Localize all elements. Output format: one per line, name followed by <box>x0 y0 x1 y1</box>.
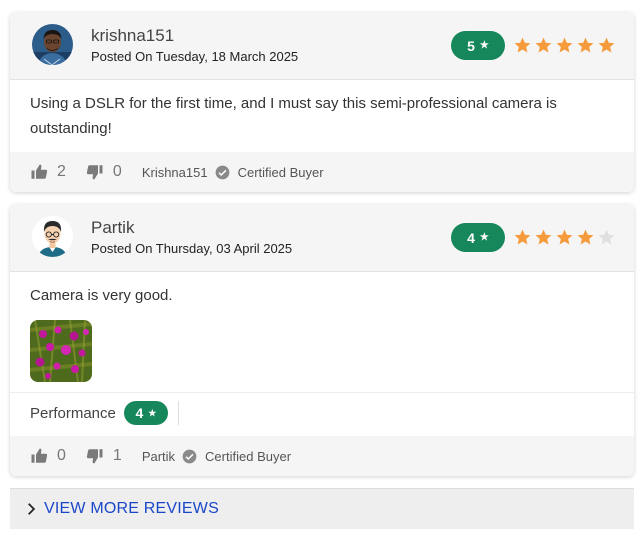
user-avatar <box>32 24 73 65</box>
performance-value: 4 <box>135 405 144 421</box>
star-icon <box>514 229 531 245</box>
like-count: 2 <box>57 163 66 180</box>
star-rating <box>511 36 616 55</box>
like-button[interactable]: 2 <box>30 163 66 181</box>
divider <box>177 401 179 425</box>
review-text: Using a DSLR for the first time, and I m… <box>30 95 557 137</box>
rating-summary: 4 ★ <box>451 223 616 252</box>
check-circle-icon <box>182 449 197 463</box>
posted-date: Posted On Tuesday, 18 March 2025 <box>91 49 299 64</box>
performance-badge: 4 ★ <box>123 401 168 425</box>
review-header: krishna151 Posted On Tuesday, 18 March 2… <box>10 12 634 80</box>
performance-rating-row: Performance 4 ★ <box>10 392 634 433</box>
user-avatar <box>32 216 73 257</box>
reviewer-info: Partik Certified Buyer <box>142 449 291 464</box>
chevron-right-icon <box>28 503 36 515</box>
flower-photo-icon <box>30 320 92 382</box>
certified-buyer-label: Certified Buyer <box>237 164 324 180</box>
review-text: Camera is very good. <box>30 287 173 304</box>
star-icon <box>598 37 615 53</box>
dislike-count: 0 <box>112 163 122 180</box>
star-rating <box>511 228 616 247</box>
star-icon <box>514 37 531 53</box>
dislike-count: 1 <box>112 447 122 464</box>
posted-date: Posted On Thursday, 03 April 2025 <box>91 241 293 256</box>
review-image-thumbnail[interactable] <box>30 320 92 382</box>
dislike-button[interactable]: 1 <box>86 447 122 465</box>
thumbs-up-icon <box>31 448 48 463</box>
star-icon <box>535 37 552 53</box>
star-icon <box>577 37 594 53</box>
certified-buyer-label: Certified Buyer <box>205 448 292 464</box>
rating-summary: 5 ★ <box>451 31 616 60</box>
star-icon: ★ <box>479 232 489 243</box>
review-footer: 0 1 Partik Certified Buyer <box>10 436 634 476</box>
like-button[interactable]: 0 <box>30 447 66 465</box>
review-card: krishna151 Posted On Tuesday, 18 March 2… <box>10 12 634 192</box>
star-icon <box>577 229 594 245</box>
user-name: krishna151 <box>91 26 175 45</box>
rating-value: 5 <box>467 37 475 54</box>
thumbs-down-icon <box>86 165 103 180</box>
rating-value: 4 <box>467 229 475 246</box>
star-icon: ★ <box>479 40 489 51</box>
star-icon <box>556 229 573 245</box>
reviews-section: krishna151 Posted On Tuesday, 18 March 2… <box>0 0 643 536</box>
star-icon <box>535 229 552 245</box>
view-more-label: VIEW MORE REVIEWS <box>44 500 219 517</box>
view-more-reviews-button[interactable]: VIEW MORE REVIEWS <box>10 488 634 529</box>
dislike-button[interactable]: 0 <box>86 163 122 181</box>
reviewer-name: Partik <box>141 448 176 464</box>
thumbs-down-icon <box>86 449 103 464</box>
review-card: Partik Posted On Thursday, 03 April 2025… <box>10 204 634 476</box>
reviewer-info: Krishna151 Certified Buyer <box>142 165 324 180</box>
reviewer-name: Krishna151 <box>141 164 208 180</box>
star-icon <box>556 37 573 53</box>
thumbs-up-icon <box>31 164 48 179</box>
review-header: Partik Posted On Thursday, 03 April 2025… <box>10 204 634 272</box>
performance-label: Performance <box>30 404 116 422</box>
review-footer: 2 0 Krishna151 Certified Buyer <box>10 152 634 192</box>
star-icon: ★ <box>148 407 157 418</box>
like-count: 0 <box>57 447 66 464</box>
check-circle-icon <box>215 165 229 179</box>
user-name: Partik <box>91 218 135 237</box>
rating-badge: 4 ★ <box>451 223 505 252</box>
star-empty-icon <box>598 229 615 245</box>
rating-badge: 5 ★ <box>451 31 505 60</box>
